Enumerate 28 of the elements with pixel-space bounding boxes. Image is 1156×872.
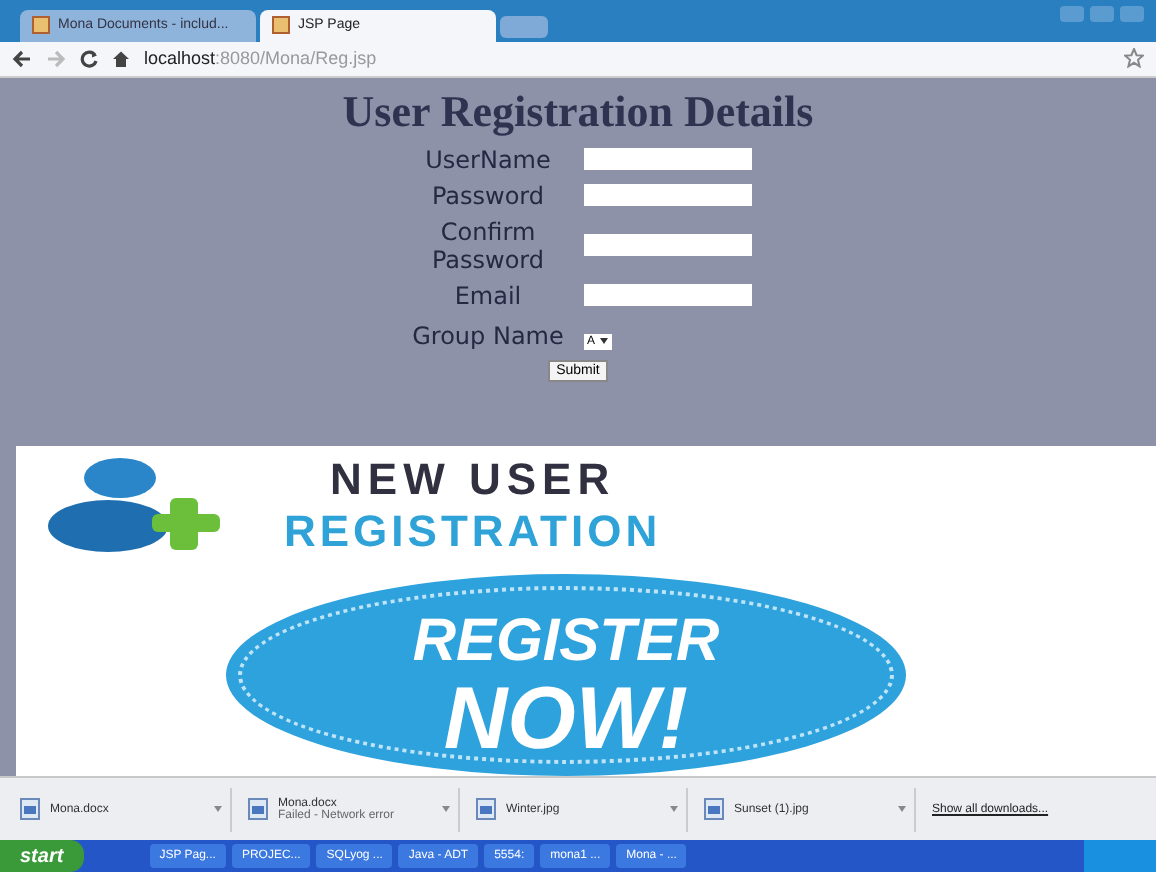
field-label: UserName: [423, 145, 553, 174]
input-field[interactable]: [583, 284, 751, 307]
file-icon: [248, 798, 268, 821]
input-field[interactable]: [583, 184, 751, 207]
page-icon: [32, 16, 50, 35]
input-field[interactable]: [583, 234, 751, 257]
home-icon: [112, 49, 130, 68]
address-field[interactable]: localhost:8080/Mona/Reg.jsp: [144, 48, 1110, 69]
field-label: Password: [429, 181, 547, 210]
reload-icon: [80, 49, 98, 68]
banner-subtitle: REGISTRATION: [284, 506, 662, 559]
star-icon: [1124, 48, 1144, 69]
page-icon: [272, 16, 290, 35]
field-label: Confirm Password: [429, 217, 547, 274]
page-heading: User Registration Details: [342, 85, 814, 138]
new-tab-button[interactable]: [500, 15, 548, 38]
field-label: Group Name: [410, 321, 566, 350]
input-field[interactable]: [583, 148, 751, 171]
file-icon: [476, 798, 496, 821]
field-label: Email: [452, 281, 524, 310]
file-icon: [704, 798, 724, 821]
banner-title: NEW USER: [330, 454, 616, 507]
forward-icon: [46, 49, 66, 68]
system-tray: [1084, 840, 1156, 872]
back-icon: [12, 49, 32, 68]
file-icon: [20, 798, 40, 821]
caret-icon: [599, 338, 608, 345]
start-button[interactable]: start: [0, 840, 84, 872]
